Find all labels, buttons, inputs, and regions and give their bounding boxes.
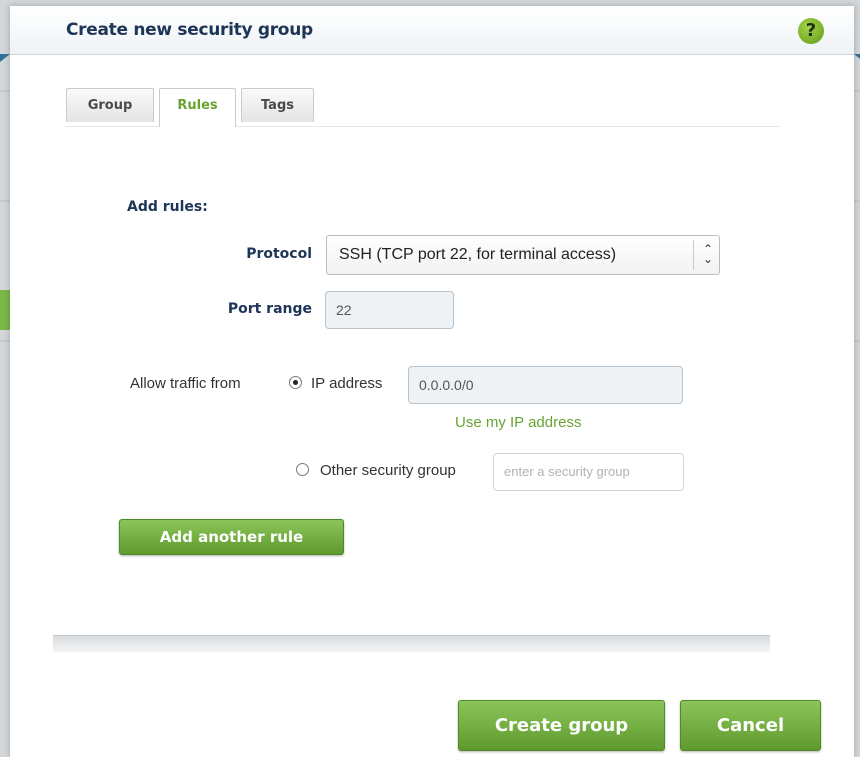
tab-tags[interactable]: Tags [241,88,314,122]
tab-group[interactable]: Group [66,88,154,122]
protocol-label: Protocol [246,246,312,262]
select-divider [693,240,694,270]
ip-address-label: IP address [311,375,383,392]
corner-marker-left [0,54,10,62]
dialog-title: Create new security group [66,20,313,40]
tab-bar: Group Rules Tags [66,88,780,127]
port-range-label: Port range [227,301,312,317]
use-my-ip-link[interactable]: Use my IP address [455,414,581,431]
protocol-select[interactable]: SSH (TCP port 22, for terminal access) ⌃… [326,235,720,275]
help-question-icon[interactable]: ? [798,18,824,44]
ip-address-radio[interactable] [289,376,302,389]
cancel-button[interactable]: Cancel [680,700,821,751]
add-rules-heading: Add rules: [127,199,208,215]
protocol-selected-value: SSH (TCP port 22, for terminal access) [339,246,617,263]
dialog-titlebar: Create new security group ? [10,6,854,55]
corner-marker-right [854,54,860,62]
other-security-group-radio[interactable] [296,463,309,476]
create-group-button[interactable]: Create group [458,700,665,751]
footer-divider [53,635,770,652]
add-another-rule-button[interactable]: Add another rule [119,519,344,555]
tab-rules[interactable]: Rules [159,88,236,127]
ip-address-input[interactable]: 0.0.0.0/0 [408,366,683,404]
security-group-input[interactable]: enter a security group [493,453,684,491]
other-security-group-label: Other security group [320,462,456,479]
chevron-up-down-icon: ⌃ ⌄ [702,242,714,266]
port-range-input[interactable]: 22 [325,291,454,329]
allow-traffic-label: Allow traffic from [130,375,241,392]
